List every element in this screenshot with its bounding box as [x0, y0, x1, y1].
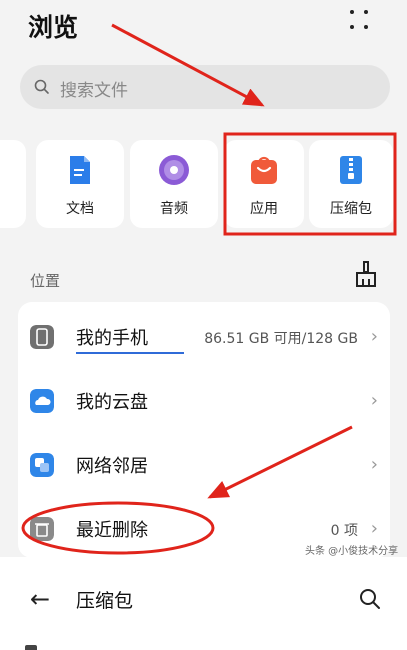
chevron-right-icon: ›: [370, 454, 378, 475]
chevron-right-icon: ›: [370, 326, 378, 347]
app-store-icon: [251, 156, 277, 184]
document-icon: [70, 156, 90, 184]
broom-icon[interactable]: [353, 260, 379, 288]
category-label: 音频: [160, 201, 188, 217]
section-label-locations: 位置: [30, 272, 61, 290]
category-card-partial[interactable]: [0, 140, 26, 228]
location-network[interactable]: 网络邻居 ›: [18, 434, 390, 498]
network-icon: [30, 453, 54, 477]
location-my-phone[interactable]: 我的手机 86.51 GB 可用/128 GB ›: [18, 306, 390, 370]
category-documents[interactable]: 文档: [36, 140, 124, 228]
page-title: 浏览: [28, 13, 79, 42]
category-label: 文档: [66, 201, 94, 217]
deleted-count: 0 项: [330, 523, 358, 539]
category-audio[interactable]: 音频: [130, 140, 218, 228]
location-label: 最近删除: [76, 520, 148, 541]
trash-icon: [30, 517, 54, 541]
category-label: 应用: [250, 201, 278, 217]
list-item-peek: [25, 645, 37, 650]
audio-icon: [159, 155, 189, 185]
zip-screen-header: ← 压缩包: [0, 557, 407, 650]
phone-icon: [30, 325, 54, 349]
search-input[interactable]: 搜索文件: [20, 65, 390, 109]
browse-screen: 浏览 搜索文件 文档 音频 应用 压缩包 位置 我的手机 86.51 GB 可用…: [0, 0, 407, 558]
search-icon: [34, 79, 49, 94]
chevron-right-icon: ›: [370, 390, 378, 411]
watermark: 头条 @小俊技术分享: [305, 546, 399, 557]
zip-icon: [340, 156, 362, 184]
location-label: 我的手机: [76, 328, 148, 349]
storage-indicator: [76, 352, 184, 354]
storage-value: 86.51 GB 可用/128 GB: [204, 331, 358, 347]
category-zip[interactable]: 压缩包: [309, 140, 393, 228]
location-my-cloud[interactable]: 我的云盘 ›: [18, 370, 390, 434]
search-placeholder: 搜索文件: [60, 81, 128, 101]
cloud-icon: [30, 389, 54, 413]
zip-page-title: 压缩包: [76, 590, 134, 612]
category-apps[interactable]: 应用: [224, 140, 304, 228]
location-label: 网络邻居: [76, 456, 148, 477]
category-label: 压缩包: [330, 201, 372, 217]
grid-dots-icon[interactable]: [350, 10, 372, 32]
location-label: 我的云盘: [76, 392, 148, 413]
chevron-right-icon: ›: [370, 518, 378, 539]
back-arrow-icon[interactable]: ←: [30, 585, 50, 613]
search-icon[interactable]: [358, 587, 382, 611]
locations-list: 我的手机 86.51 GB 可用/128 GB › 我的云盘 › 网络邻居 ›: [18, 302, 390, 558]
